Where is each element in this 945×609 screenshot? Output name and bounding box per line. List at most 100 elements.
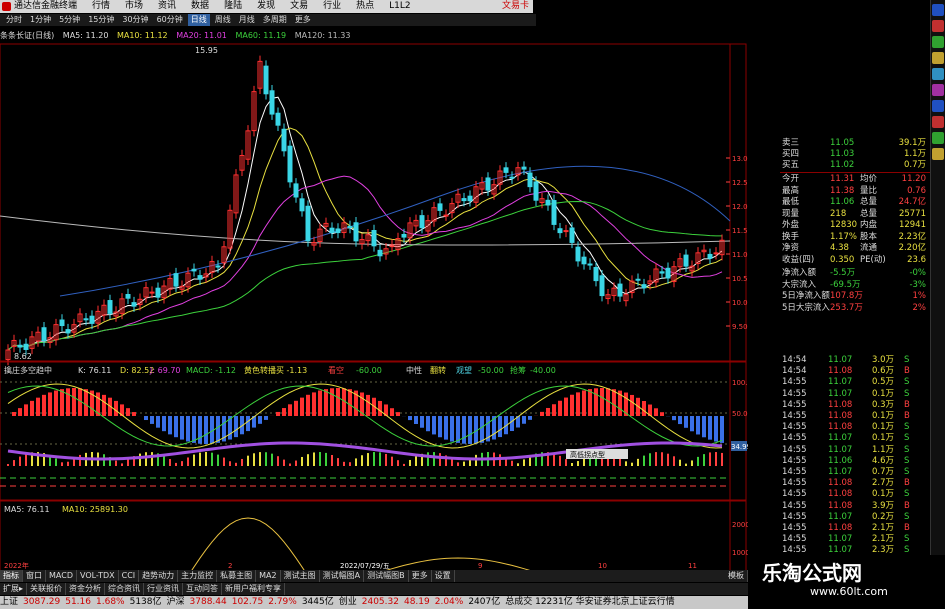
index-name[interactable]: 创业 [339, 597, 357, 607]
period-tab[interactable]: 月线 [236, 14, 258, 26]
indicator-tab[interactable]: 更多 [409, 570, 432, 582]
tick-volume: 0.1万 [872, 422, 895, 433]
extension-tab[interactable]: 扩展▸ [0, 583, 28, 595]
ind1-sell: 看空 [328, 365, 344, 375]
indicator-tab[interactable]: VOL-TDX [77, 570, 119, 582]
extension-tab[interactable]: 互动问答 [183, 583, 223, 595]
candle-body [329, 227, 335, 234]
menu-item[interactable]: 文易 [290, 0, 308, 13]
extension-tab[interactable]: 综合资讯 [105, 583, 145, 595]
kline-chart[interactable]: 13.0012.5012.0011.5011.0010.5010.009.50 … [0, 26, 748, 570]
menu-item[interactable]: 资讯 [158, 0, 176, 13]
menu-item[interactable]: 数据 [191, 0, 209, 13]
menu-item[interactable]: 隆陆 [224, 0, 242, 13]
indicator-tab[interactable]: 测试幅图A [320, 570, 365, 582]
indicator1-plot: 100.050.00.00 [0, 379, 748, 487]
indicator-tab[interactable]: 主力监控 [178, 570, 218, 582]
indicator-tab[interactable]: 指标 [0, 570, 23, 582]
extension-tab[interactable]: 行业资讯 [144, 583, 184, 595]
tick-direction: S [904, 433, 910, 444]
template-tab[interactable]: 模板 [725, 570, 748, 582]
candle-body [173, 273, 179, 287]
side-tool-icon[interactable] [932, 68, 944, 80]
period-tab[interactable]: 日线 [187, 14, 210, 26]
menu-item[interactable]: 市场 [125, 0, 143, 13]
flow-label: 大宗流入 [782, 279, 817, 290]
quote-panel: 卖三 11.05 39.1万 买四 11.03 1.1万 买五 11.02 0.7万 今开 11.3… [748, 0, 945, 570]
menu-item[interactable]: L1L2 [389, 0, 410, 13]
side-tool-icon[interactable] [932, 100, 944, 112]
tick-time: 14:55 [782, 511, 807, 522]
tick-row: 14:55 11.07 0.1万 S [780, 388, 930, 400]
index-amount: 2407亿 [468, 597, 501, 607]
index-name[interactable]: 上证 [0, 597, 18, 607]
candle-body [557, 228, 563, 234]
tick-direction: B [904, 523, 910, 533]
index-percent: 2.04% [434, 597, 464, 607]
stats-label2: PE(动) [860, 254, 886, 265]
flow-label: 5日净流入额 [782, 291, 830, 301]
period-tab[interactable]: 1分钟 [27, 14, 54, 26]
date-tick-label: 11 [688, 562, 697, 570]
indicator-tab[interactable]: MA2 [256, 570, 281, 582]
candle-body [131, 302, 137, 307]
stats-value: 11.38 [830, 185, 855, 196]
period-tab[interactable]: 5分钟 [56, 14, 83, 26]
candle-body [335, 228, 341, 234]
candle-body [419, 215, 425, 229]
side-tool-icon[interactable] [932, 84, 944, 96]
price-tick-label: 9.50 [732, 323, 748, 331]
quote-price: 11.03 [830, 149, 855, 159]
indicator-tab[interactable]: 窗口 [23, 570, 46, 582]
extension-tab[interactable]: 新用户福利专享 [222, 583, 286, 595]
tick-direction: S [904, 355, 910, 365]
candle-body [275, 112, 281, 126]
extension-tab[interactable]: 资金分析 [66, 583, 106, 595]
side-tool-icon[interactable] [932, 116, 944, 128]
side-tool-icon[interactable] [932, 148, 944, 160]
tick-volume: 0.7万 [872, 467, 895, 477]
quote-row: 买四 11.03 1.1万 [780, 149, 928, 160]
menu-item[interactable]: 行业 [323, 0, 341, 13]
stats-label2: 总量 [860, 197, 878, 207]
stats-label: 今开 [782, 174, 800, 184]
indicator-tab[interactable]: 私募主图 [217, 570, 257, 582]
side-tool-icon[interactable] [932, 36, 944, 48]
side-tool-icon[interactable] [932, 132, 944, 144]
candle-body [485, 177, 491, 191]
period-tab[interactable]: 周线 [212, 14, 234, 26]
indicator-tab[interactable]: 测试幅图B [364, 570, 409, 582]
indicator-tab[interactable]: MACD [46, 570, 77, 582]
period-tab[interactable]: 更多 [292, 14, 314, 26]
side-tool-icon[interactable] [932, 52, 944, 64]
side-tool-icon[interactable] [932, 4, 944, 16]
trade-card-link[interactable]: 文易卡 [502, 0, 529, 13]
period-tab[interactable]: 15分钟 [85, 14, 117, 26]
period-tab[interactable]: 60分钟 [154, 14, 186, 26]
candle-body [527, 172, 533, 188]
period-tab[interactable]: 30分钟 [119, 14, 151, 26]
tick-time: 14:55 [782, 478, 807, 489]
indicator-tab[interactable]: 设置 [432, 570, 455, 582]
indicator-tab[interactable]: 测试主图 [281, 570, 320, 582]
tick-direction: S [904, 511, 910, 522]
candle-body [41, 327, 47, 342]
tick-price: 11.07 [828, 534, 853, 545]
extension-tab[interactable]: 关联报价 [27, 583, 67, 595]
indicator-tab[interactable]: CCI [119, 570, 140, 582]
candle-body [281, 128, 287, 152]
index-name[interactable]: 沪深 [167, 597, 185, 607]
tick-time: 14:55 [782, 399, 807, 410]
period-tab[interactable]: 分时 [3, 14, 25, 26]
date-tick-label: 2022/07/29/五 [340, 562, 390, 570]
indicator-tab[interactable]: 趋势动力 [139, 570, 179, 582]
tick-direction: B [904, 411, 910, 421]
menu-item[interactable]: 行情 [92, 0, 110, 13]
tick-volume: 0.5万 [872, 377, 895, 388]
period-tab[interactable]: 多周期 [260, 14, 290, 26]
side-tool-icon[interactable] [932, 20, 944, 32]
menu-item[interactable]: 热点 [356, 0, 374, 13]
menu-item[interactable]: 发现 [257, 0, 275, 13]
candle-body [293, 183, 299, 198]
index-percent: 2.79% [268, 597, 297, 607]
